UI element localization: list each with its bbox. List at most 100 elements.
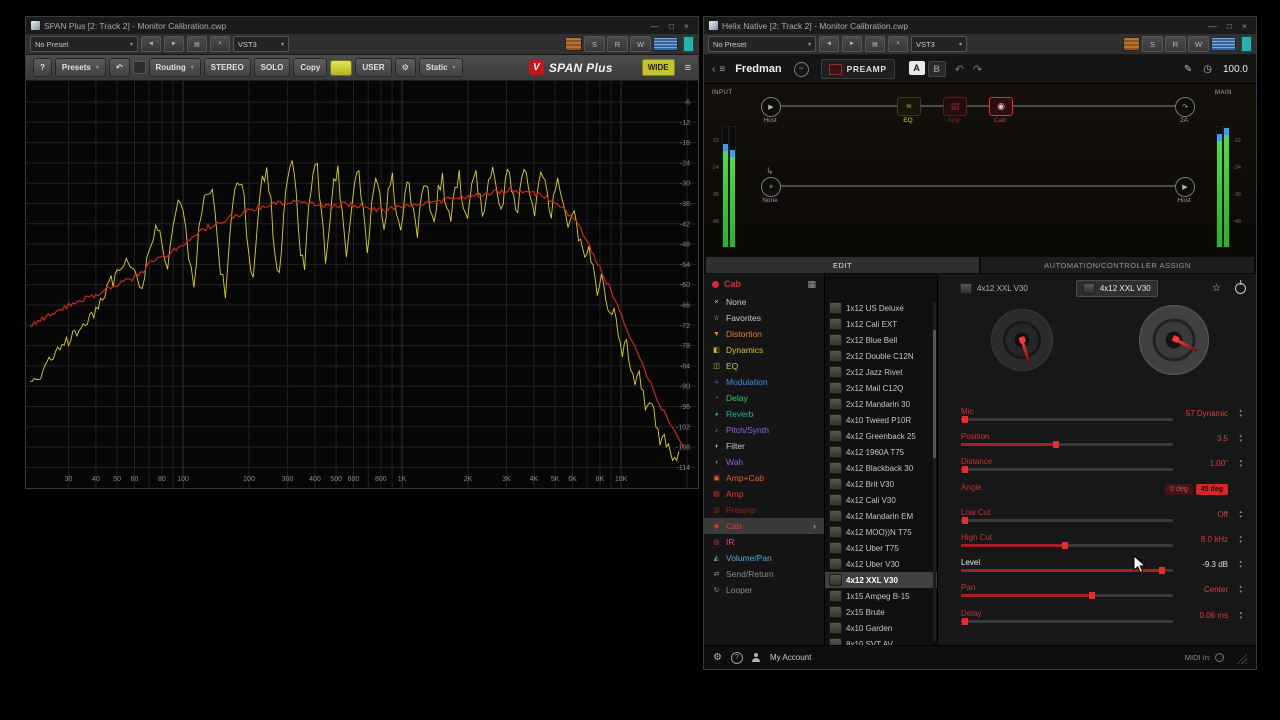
read-automation-toggle[interactable]: R (1165, 36, 1186, 52)
category-item-filter[interactable]: ◗ Filter (704, 438, 824, 454)
prev-preset-button[interactable]: ◄ (819, 36, 839, 52)
snapshot-b-button[interactable]: B (927, 61, 946, 77)
speaker-graphic-left[interactable] (991, 309, 1053, 371)
model-scrollbar[interactable] (933, 302, 936, 641)
preset-list-icon[interactable]: ≡ (719, 64, 725, 75)
vst-ui-button[interactable] (653, 37, 678, 51)
cab-block[interactable]: ◉ (989, 97, 1013, 116)
model-item-4x12-xxl-v30[interactable]: 4x12 XXL V30 (825, 572, 937, 588)
my-account-link[interactable]: My Account (770, 653, 811, 662)
param-slider[interactable] (961, 466, 1173, 474)
param-slider[interactable] (961, 541, 1173, 549)
category-item-volume-pan[interactable]: ◭ Volume/Pan (704, 550, 824, 566)
model-item-4x12-brit-v30[interactable]: 4x12 Brit V30 (825, 476, 937, 492)
help-icon[interactable]: ? (730, 651, 743, 664)
model-item-2x12-mandarin-30[interactable]: 2x12 Mandarin 30 (825, 396, 937, 412)
model-item-4x12-mandarin-em[interactable]: 4x12 Mandarin EM (825, 508, 937, 524)
param-value[interactable]: 1.00" (1210, 459, 1228, 468)
delete-preset-button[interactable]: × (210, 36, 230, 52)
param-steppers[interactable]: ▴ ▾ (1239, 610, 1242, 621)
param-value[interactable]: Center (1204, 585, 1228, 594)
path1-input-node[interactable]: ▶ (761, 97, 781, 117)
category-item-amp[interactable]: ▤ Amp (704, 486, 824, 502)
stereo-button[interactable]: STEREO (203, 58, 251, 77)
path2-input-node[interactable]: × (761, 177, 781, 197)
model-item-1x12-cali-ext[interactable]: 1x12 Cali EXT (825, 316, 937, 332)
act-learn-button[interactable] (565, 37, 582, 51)
preset-dropdown[interactable]: No Preset ▾ (30, 36, 138, 52)
eq-block[interactable]: ≈ (897, 97, 921, 116)
tab-edit[interactable]: EDIT (706, 257, 979, 273)
maximize-button[interactable]: □ (669, 21, 674, 31)
model-item-2x12-double-c12n[interactable]: 2x12 Double C12N (825, 348, 937, 364)
solo-toggle[interactable]: S (584, 36, 605, 52)
param-slider[interactable] (961, 592, 1173, 600)
model-item-4x12-uber-v30[interactable]: 4x12 Uber V30 (825, 556, 937, 572)
tab-automation-controller-assign[interactable]: AUTOMATION/CONTROLLER ASSIGN (981, 257, 1254, 273)
param-slider[interactable] (961, 441, 1173, 449)
param-slider[interactable] (961, 617, 1173, 625)
plugin-format-dropdown[interactable]: VST3 ▾ (233, 36, 289, 52)
param-slider[interactable] (961, 416, 1173, 423)
close-button[interactable]: × (1242, 21, 1247, 31)
compare-icon[interactable]: − (793, 61, 809, 77)
save-preset-button[interactable]: ▤ (187, 36, 207, 52)
preset-name[interactable]: Fredman (735, 63, 781, 75)
param-steppers[interactable]: ▴ ▾ (1239, 409, 1242, 419)
delete-preset-button[interactable]: × (888, 36, 908, 52)
undo-button[interactable]: ↶ (108, 58, 130, 77)
menu-icon[interactable]: ≡ (685, 62, 691, 74)
cab-slot-tab-2[interactable]: 4x12 XXL V30 (1075, 279, 1158, 297)
category-item-looper[interactable]: ↻ Looper (704, 582, 824, 598)
category-item-cab[interactable]: ◉ Cab › (704, 518, 824, 534)
snapshot-a-button[interactable]: A (908, 61, 925, 75)
param-value[interactable]: 3.5 (1217, 434, 1228, 443)
write-automation-toggle[interactable]: W (1188, 36, 1209, 52)
wide-button[interactable]: WIDE (641, 59, 675, 76)
tempo-clock-icon[interactable]: ◷ (1203, 64, 1212, 75)
model-item-4x10-garden[interactable]: 4x10 Garden (825, 620, 937, 636)
category-item-preamp[interactable]: ▥ Preamp (704, 502, 824, 518)
param-slider[interactable] (961, 516, 1173, 524)
model-item-4x12-cali-v30[interactable]: 4x12 Cali V30 (825, 492, 937, 508)
category-item-pitch-synth[interactable]: ♪ Pitch/Synth (704, 422, 824, 438)
category-item-favorites[interactable]: ☆ Favorites (704, 310, 824, 326)
model-item-4x12-1960a-t75[interactable]: 4x12 1960A T75 (825, 444, 937, 460)
ab-compare-toggle[interactable] (132, 61, 146, 74)
model-item-2x15-brute[interactable]: 2x15 Brute (825, 604, 937, 620)
resize-grip[interactable] (1234, 651, 1247, 664)
category-item-modulation[interactable]: ≈ Modulation (704, 374, 824, 390)
category-item-send-return[interactable]: ⇄ Send/Return (704, 566, 824, 582)
cab-slot-tab-1[interactable]: 4x12 XXL V30 (954, 281, 1034, 296)
mode-button[interactable]: Static ▾ (418, 58, 463, 77)
solo-toggle[interactable]: S (1142, 36, 1163, 52)
copy-button[interactable]: Copy (293, 58, 328, 77)
solo-button[interactable]: SOLO (253, 58, 291, 77)
grid-view-icon[interactable]: ▦ (807, 279, 816, 290)
vst-ui-button[interactable] (1211, 37, 1236, 51)
settings-gear-icon[interactable]: ⚙ (713, 652, 722, 663)
user-button[interactable]: USER (355, 58, 392, 77)
write-automation-toggle[interactable]: W (630, 36, 651, 52)
save-preset-button[interactable]: ▤ (865, 36, 885, 52)
angle-option-45-deg[interactable]: 45 deg (1195, 483, 1228, 495)
model-item-4x12-greenback-25[interactable]: 4x12 Greenback 25 (825, 428, 937, 444)
read-automation-toggle[interactable]: R (607, 36, 628, 52)
preset-nav-back-icon[interactable]: ‹ (712, 64, 715, 75)
param-value[interactable]: 8.0 kHz (1201, 535, 1228, 544)
tempo-value[interactable]: 100.0 (1223, 64, 1248, 75)
plugin-format-dropdown[interactable]: VST3 ▾ (911, 36, 967, 52)
model-item-4x12-uber-t75[interactable]: 4x12 Uber T75 (825, 540, 937, 556)
speaker-graphic-right[interactable] (1139, 305, 1209, 375)
category-item-delay[interactable]: ◔ Delay (704, 390, 824, 406)
model-item-2x12-jazz-rivet[interactable]: 2x12 Jazz Rivet (825, 364, 937, 380)
param-value[interactable]: 0.06 ms (1200, 611, 1228, 620)
prev-preset-button[interactable]: ◄ (141, 36, 161, 52)
act-learn-button[interactable] (1123, 37, 1140, 51)
redo-icon[interactable]: ↷ (973, 63, 982, 76)
category-item-ir[interactable]: ◎ IR (704, 534, 824, 550)
param-steppers[interactable]: ▴ ▾ (1239, 509, 1242, 520)
param-steppers[interactable]: ▴ ▾ (1239, 459, 1242, 469)
param-value[interactable]: 57 Dynamic (1186, 409, 1228, 418)
helix-titlebar[interactable]: Helix Native [2: Track 2] - Monitor Cali… (704, 17, 1256, 34)
